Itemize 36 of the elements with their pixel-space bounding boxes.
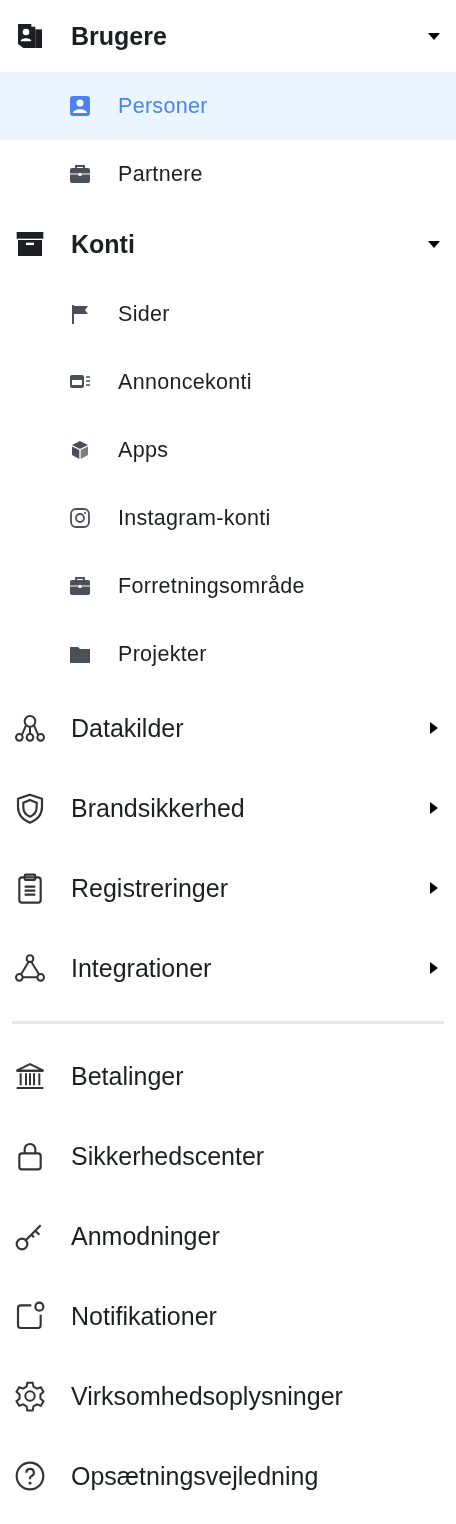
person-icon <box>68 94 92 118</box>
triangle-nodes-icon <box>14 952 46 984</box>
nav-item[interactable]: Opsætningsvejledning <box>0 1436 456 1516</box>
nav-item[interactable]: Betalinger <box>0 1036 456 1116</box>
help-icon <box>14 1460 46 1492</box>
nav-subitem[interactable]: Projekter <box>0 620 456 688</box>
settings-icon <box>14 1380 46 1412</box>
briefcase-icon <box>68 574 92 598</box>
shield-icon <box>14 792 46 824</box>
notification-icon <box>14 1300 46 1332</box>
nodes-icon <box>14 712 46 744</box>
briefcase-icon <box>68 162 92 186</box>
camera-icon <box>68 506 92 530</box>
nav-subitem[interactable]: Annoncekonti <box>0 348 456 416</box>
nav-item[interactable]: Brandsikkerhed <box>0 768 456 848</box>
caret-icon[interactable] <box>428 30 440 42</box>
caret-icon[interactable] <box>428 722 440 734</box>
nav-item[interactable]: Sikkerhedscenter <box>0 1116 456 1196</box>
nav-subitem[interactable]: Apps <box>0 416 456 484</box>
nav-subitem[interactable]: Forretningsområde <box>0 552 456 620</box>
caret-icon[interactable] <box>428 962 440 974</box>
nav-item[interactable]: Anmodninger <box>0 1196 456 1276</box>
nav-subitem[interactable]: Instagram-konti <box>0 484 456 552</box>
nav-item[interactable]: Integrationer <box>0 928 456 1008</box>
nav-item[interactable]: Registreringer <box>0 848 456 928</box>
nav-item[interactable]: Brugere <box>0 0 456 72</box>
bank-icon <box>14 1060 46 1092</box>
nav-subitem[interactable]: Sider <box>0 280 456 348</box>
caret-icon[interactable] <box>428 802 440 814</box>
nav-item[interactable]: Datakilder <box>0 688 456 768</box>
nav-subitem[interactable]: Partnere <box>0 140 456 208</box>
caret-icon[interactable] <box>428 882 440 894</box>
nav-item[interactable]: Notifikationer <box>0 1276 456 1356</box>
nav-item[interactable]: Virksomhedsoplysninger <box>0 1356 456 1436</box>
nav-item[interactable]: Konti <box>0 208 456 280</box>
caret-icon[interactable] <box>428 238 440 250</box>
